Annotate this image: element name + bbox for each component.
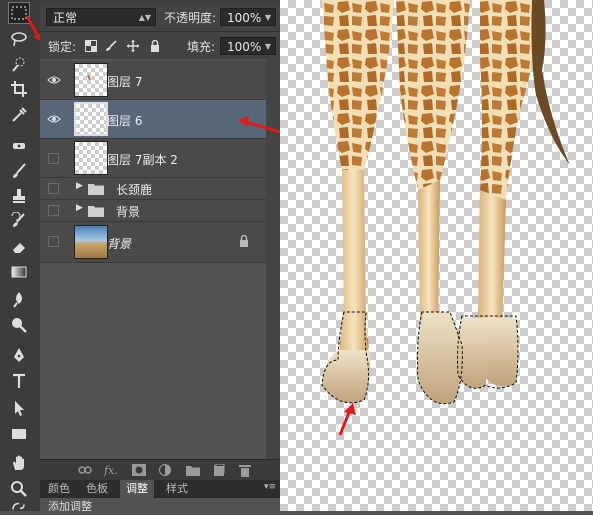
tab-styles[interactable]: 样式 [160, 480, 194, 498]
lock-pixels-brush-icon[interactable] [104, 39, 118, 53]
fill-label: 填充: [187, 40, 216, 54]
layer-group-background[interactable]: ▶ 背景 [40, 200, 266, 222]
layer-thumbnail [74, 102, 108, 136]
layer-name: 背景 [116, 205, 141, 219]
fill-value: 100% [227, 40, 262, 54]
layer-row-layer-7-copy-2[interactable]: 图层 7副本 2 [40, 139, 266, 178]
swap-colors-icon[interactable] [8, 500, 30, 511]
gradient-tool-icon[interactable] [8, 261, 30, 283]
opacity-value: 100% [227, 11, 262, 25]
clone-stamp-tool-icon[interactable] [8, 185, 30, 207]
folder-icon [88, 184, 104, 195]
layers-list: 图层 7 图层 6 图层 7副本 2 ▶ 长颈鹿 ▶ 背景 背景 [40, 59, 266, 459]
quick-selection-tool-icon[interactable] [8, 53, 30, 75]
layer-name: 背景 [107, 237, 132, 251]
layer-name: 长颈鹿 [116, 183, 153, 197]
path-selection-tool-icon[interactable] [8, 397, 30, 419]
lock-position-move-icon[interactable] [126, 39, 140, 53]
chevron-down-icon: ▼ [264, 13, 271, 22]
tab-swatches[interactable]: 色板 [80, 480, 114, 498]
opacity-label: 不透明度: [164, 11, 217, 25]
rectangle-shape-tool-icon[interactable] [8, 423, 30, 445]
brush-tool-icon[interactable] [8, 160, 30, 182]
blur-tool-icon[interactable] [8, 288, 30, 310]
hand-tool-icon[interactable] [8, 452, 30, 474]
document-canvas[interactable] [280, 0, 593, 511]
new-layer-icon[interactable] [212, 463, 226, 477]
type-tool-icon[interactable] [8, 370, 30, 392]
annotation-arrow-layer [238, 116, 281, 134]
lock-transparency-icon[interactable] [84, 39, 98, 53]
eraser-tool-icon[interactable] [8, 236, 30, 258]
fill-input[interactable]: 100% ▼ [220, 37, 276, 55]
healing-brush-tool-icon[interactable] [8, 135, 30, 157]
layer-thumbnail [74, 141, 108, 175]
layer-row-background[interactable]: 背景 [40, 222, 266, 263]
blend-options-row: 正常 ▲▼ 不透明度: 100% ▼ [40, 3, 280, 32]
dodge-tool-icon[interactable] [8, 314, 30, 336]
eyedropper-tool-icon[interactable] [8, 104, 30, 126]
new-group-icon[interactable] [186, 463, 200, 477]
expand-triangle-icon[interactable]: ▶ [76, 203, 83, 213]
visibility-toggle[interactable] [48, 205, 59, 216]
folder-icon [88, 206, 104, 217]
layer-thumbnail [74, 63, 108, 97]
background-thumbnail [74, 225, 108, 259]
add-mask-icon[interactable] [132, 463, 146, 477]
link-layers-icon[interactable] [78, 463, 92, 477]
chevron-down-icon: ▼ [264, 42, 271, 51]
layer-row-layer-7[interactable]: 图层 7 [40, 61, 266, 100]
layer-group-giraffe[interactable]: ▶ 长颈鹿 [40, 178, 266, 200]
bottom-panel-tabs: 颜色 色板 调整 样式 ▾≡ [40, 480, 280, 498]
layer-name: 图层 7副本 2 [107, 153, 178, 167]
history-brush-tool-icon[interactable] [8, 210, 30, 232]
chevron-down-icon: ▲▼ [138, 13, 151, 22]
adjustments-hint: 添加调整 [40, 498, 280, 511]
panel-menu-icon[interactable]: ▾≡ [264, 482, 276, 492]
layer-row-layer-6[interactable]: 图层 6 [40, 100, 266, 139]
tab-color[interactable]: 颜色 [42, 480, 76, 498]
crop-tool-icon[interactable] [8, 78, 30, 100]
fx-icon[interactable]: fx. [104, 463, 118, 477]
tab-adjustments[interactable]: 调整 [120, 480, 154, 498]
layers-bottom-toolbar: fx. [40, 459, 280, 480]
lock-label: 锁定: [48, 40, 77, 54]
pen-tool-icon[interactable] [8, 344, 30, 366]
layer-name: 图层 6 [107, 114, 143, 128]
visibility-toggle[interactable] [48, 183, 59, 194]
expand-triangle-icon[interactable]: ▶ [76, 181, 83, 191]
visibility-toggle[interactable] [48, 236, 59, 247]
adjustment-layer-icon[interactable] [158, 463, 172, 477]
blend-mode-select[interactable]: 正常 ▲▼ [46, 8, 156, 26]
layer-name: 图层 7 [107, 75, 143, 89]
giraffe-legs-image [321, 0, 570, 436]
lock-options-row: 锁定: 填充: 100% ▼ [40, 32, 280, 61]
opacity-input[interactable]: 100% ▼ [220, 8, 276, 26]
lock-all-icon[interactable] [148, 39, 162, 53]
eye-icon[interactable] [47, 112, 61, 126]
layers-panel: 正常 ▲▼ 不透明度: 100% ▼ 锁定: 填充: 100% ▼ 图层 7 图… [40, 0, 281, 511]
blend-mode-value: 正常 [53, 11, 78, 25]
lock-icon [240, 235, 248, 247]
tools-panel [0, 0, 42, 511]
visibility-toggle[interactable] [48, 153, 59, 164]
eye-icon[interactable] [47, 73, 61, 87]
delete-layer-icon[interactable] [238, 463, 252, 477]
